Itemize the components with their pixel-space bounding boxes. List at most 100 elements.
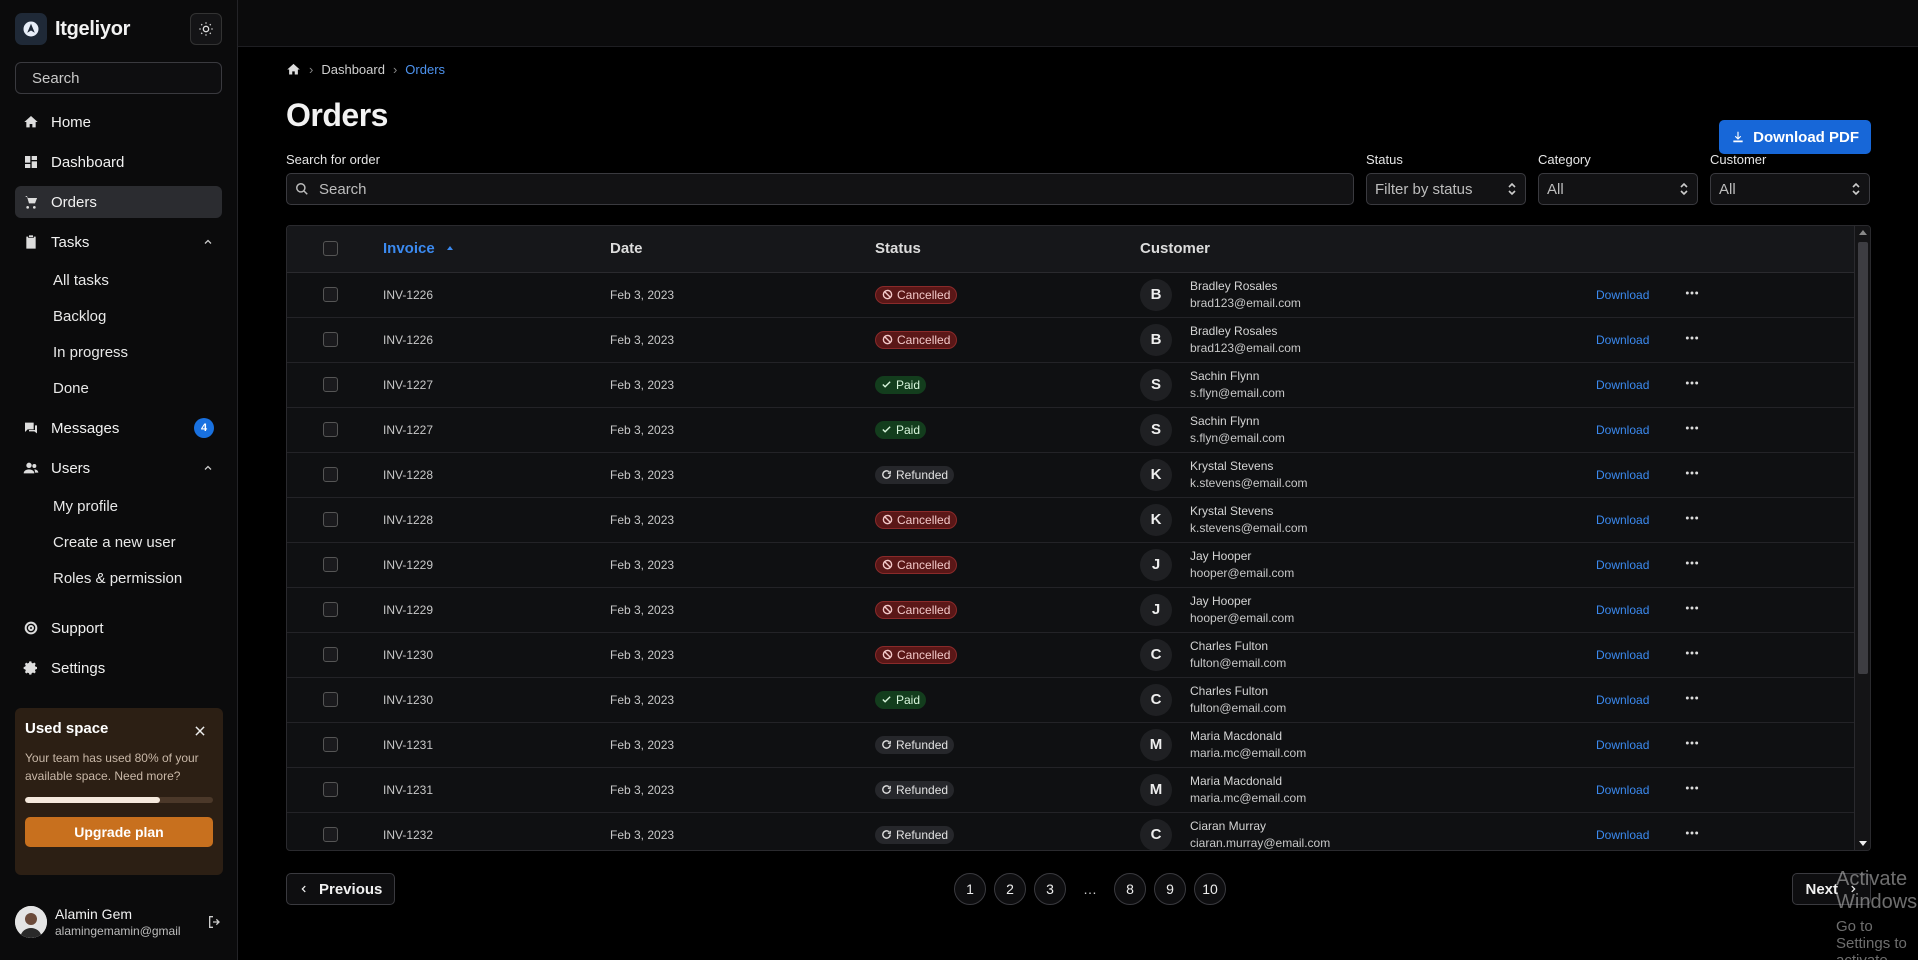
previous-button[interactable]: Previous [286,873,396,905]
more-options-icon[interactable] [1684,510,1700,526]
download-link[interactable]: Download [1596,783,1649,797]
table-row[interactable]: INV-1231 Feb 3, 2023 Refunded M Maria Macdon… [287,767,1854,813]
row-checkbox[interactable] [323,827,338,842]
brand-logo-icon[interactable] [15,13,47,45]
table-row[interactable]: INV-1226 Feb 3, 2023 Cancelled B Bradley Ros… [287,272,1854,318]
more-options-icon[interactable] [1684,735,1700,751]
logout-icon[interactable] [207,914,223,930]
sidebar-subitem-in-progress[interactable]: In progress [53,334,222,370]
page-number-button[interactable]: 10 [1194,873,1226,905]
more-options-icon[interactable] [1684,285,1700,301]
table-row[interactable]: INV-1227 Feb 3, 2023 Paid S Sachin Flynn s.fl… [287,407,1854,453]
more-options-icon[interactable] [1684,600,1700,616]
row-checkbox[interactable] [323,332,338,347]
download-link[interactable]: Download [1596,603,1649,617]
more-options-icon[interactable] [1684,555,1700,571]
column-status[interactable]: Status [875,226,1140,273]
sidebar-subitem-all-tasks[interactable]: All tasks [53,262,222,298]
table-row[interactable]: INV-1232 Feb 3, 2023 Refunded C Ciaran Murra… [287,812,1854,850]
table-scrollbar[interactable] [1854,226,1870,850]
sidebar-subitem-roles[interactable]: Roles & permission [53,560,222,596]
page-number-button[interactable]: 9 [1154,873,1186,905]
scroll-down-icon[interactable] [1859,841,1867,847]
user-profile[interactable]: Alamin Gem alamingemamin@gmail [15,906,223,938]
row-checkbox[interactable] [323,692,338,707]
order-search[interactable] [286,173,1354,205]
status-select[interactable]: Filter by status [1366,173,1526,205]
sidebar-item-orders[interactable]: Orders [15,186,222,218]
column-invoice[interactable]: Invoice [383,226,610,273]
customer-select[interactable]: All [1710,173,1870,205]
page-number-button[interactable]: 1 [954,873,986,905]
sidebar-item-settings[interactable]: Settings [15,652,222,684]
table-row[interactable]: INV-1231 Feb 3, 2023 Refunded M Maria Macdon… [287,722,1854,768]
table-row[interactable]: INV-1230 Feb 3, 2023 Paid C Charles Fulton fu… [287,677,1854,723]
download-link[interactable]: Download [1596,828,1649,842]
download-link[interactable]: Download [1596,693,1649,707]
download-link[interactable]: Download [1596,288,1649,302]
column-date[interactable]: Date [610,226,875,273]
sidebar-subitem-my-profile[interactable]: My profile [53,488,222,524]
sidebar-item-support[interactable]: Support [15,612,222,644]
sidebar-subitem-done[interactable]: Done [53,370,222,406]
more-options-icon[interactable] [1684,330,1700,346]
home-icon[interactable] [286,62,301,77]
download-pdf-button[interactable]: Download PDF [1719,120,1871,154]
row-checkbox[interactable] [323,377,338,392]
row-checkbox[interactable] [323,557,338,572]
more-options-icon[interactable] [1684,825,1700,841]
download-link[interactable]: Download [1596,468,1649,482]
theme-toggle-button[interactable] [190,13,222,45]
download-link[interactable]: Download [1596,738,1649,752]
sidebar-subitem-create-user[interactable]: Create a new user [53,524,222,560]
row-checkbox[interactable] [323,782,338,797]
more-options-icon[interactable] [1684,420,1700,436]
row-checkbox[interactable] [323,467,338,482]
sidebar-search[interactable] [15,62,231,94]
row-checkbox[interactable] [323,512,338,527]
page-number-button[interactable]: 2 [994,873,1026,905]
category-select[interactable]: All [1538,173,1698,205]
chevron-up-icon[interactable] [202,236,214,248]
table-row[interactable]: INV-1228 Feb 3, 2023 Refunded K Krystal Stev… [287,452,1854,498]
row-checkbox[interactable] [323,287,338,302]
page-number-button[interactable]: 3 [1034,873,1066,905]
scrollbar-thumb[interactable] [1858,242,1868,674]
order-search-input[interactable] [319,180,1345,198]
download-link[interactable]: Download [1596,423,1649,437]
download-link[interactable]: Download [1596,513,1649,527]
sidebar-item-tasks[interactable]: Tasks [15,226,222,258]
download-link[interactable]: Download [1596,378,1649,392]
chevron-up-icon[interactable] [202,462,214,474]
download-link[interactable]: Download [1596,333,1649,347]
table-row[interactable]: INV-1226 Feb 3, 2023 Cancelled B Bradley Ros… [287,317,1854,363]
breadcrumb-dashboard[interactable]: Dashboard [321,62,385,77]
sidebar-item-dashboard[interactable]: Dashboard [15,146,222,178]
sidebar-item-home[interactable]: Home [15,106,222,138]
download-link[interactable]: Download [1596,558,1649,572]
select-all-checkbox[interactable] [323,241,338,257]
more-options-icon[interactable] [1684,375,1700,391]
table-row[interactable]: INV-1229 Feb 3, 2023 Cancelled J Jay Hooper h… [287,542,1854,588]
sidebar-search-input[interactable] [32,69,231,87]
scroll-up-icon[interactable] [1859,229,1867,235]
more-options-icon[interactable] [1684,690,1700,706]
table-row[interactable]: INV-1227 Feb 3, 2023 Paid S Sachin Flynn s.fl… [287,362,1854,408]
more-options-icon[interactable] [1684,645,1700,661]
sidebar-subitem-backlog[interactable]: Backlog [53,298,222,334]
row-checkbox[interactable] [323,647,338,662]
more-options-icon[interactable] [1684,780,1700,796]
row-checkbox[interactable] [323,602,338,617]
table-row[interactable]: INV-1230 Feb 3, 2023 Cancelled C Charles Ful… [287,632,1854,678]
table-row[interactable]: INV-1228 Feb 3, 2023 Cancelled K Krystal Ste… [287,497,1854,543]
column-customer[interactable]: Customer [1140,226,1596,273]
more-options-icon[interactable] [1684,465,1700,481]
table-row[interactable]: INV-1229 Feb 3, 2023 Cancelled J Jay Hooper h… [287,587,1854,633]
download-link[interactable]: Download [1596,648,1649,662]
sidebar-item-users[interactable]: Users [15,452,222,484]
breadcrumb-orders[interactable]: Orders [405,62,445,77]
row-checkbox[interactable] [323,737,338,752]
sidebar-item-messages[interactable]: Messages 4 [15,412,222,444]
page-number-button[interactable]: 8 [1114,873,1146,905]
upgrade-plan-button[interactable]: Upgrade plan [25,817,213,847]
